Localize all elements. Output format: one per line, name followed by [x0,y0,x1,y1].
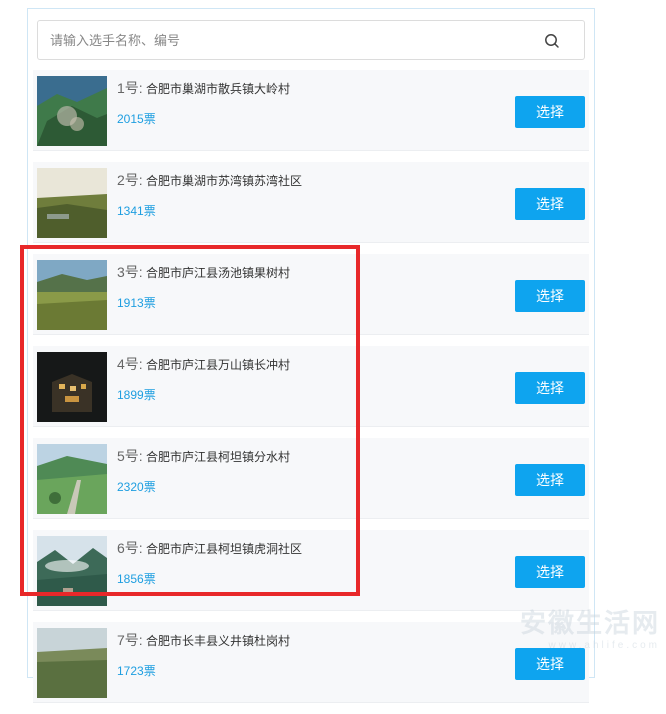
list-item: 6号: 合肥市庐江县柯坦镇虎洞社区 1856票 选择 [33,530,589,611]
candidate-list: 1号: 合肥市巢湖市散兵镇大岭村 2015票 选择 2号: 合肥市巢湖市苏湾镇苏… [33,70,589,714]
list-item: 3号: 合肥市庐江县汤池镇果树村 1913票 选择 [33,254,589,335]
candidate-title: 7号: 合肥市长丰县义井镇杜岗村 [117,630,290,650]
search-bar [37,20,585,60]
candidate-number: 7号: [117,632,143,648]
candidate-number: 6号: [117,540,143,556]
candidate-photo [37,76,107,146]
vote-count: 1341票 [117,202,156,219]
vote-count: 1899票 [117,386,156,403]
candidate-name: 合肥市巢湖市苏湾镇苏湾社区 [146,174,302,188]
select-button[interactable]: 选择 [515,648,585,680]
candidate-photo [37,260,107,330]
list-item: 5号: 合肥市庐江县柯坦镇分水村 2320票 选择 [33,438,589,519]
candidate-name: 合肥市巢湖市散兵镇大岭村 [146,82,290,96]
vote-count: 1723票 [117,662,156,679]
list-item: 2号: 合肥市巢湖市苏湾镇苏湾社区 1341票 选择 [33,162,589,243]
candidate-name: 合肥市庐江县汤池镇果树村 [146,266,290,280]
vote-count: 1856票 [117,570,156,587]
vote-count: 2015票 [117,110,156,127]
candidate-photo [37,168,107,238]
candidate-number: 5号: [117,448,143,464]
candidate-title: 3号: 合肥市庐江县汤池镇果树村 [117,262,290,282]
search-icon[interactable] [544,33,560,49]
list-item: 7号: 合肥市长丰县义井镇杜岗村 1723票 选择 [33,622,589,703]
candidate-photo [37,628,107,698]
candidate-name: 合肥市长丰县义井镇杜岗村 [146,634,290,648]
list-item: 4号: 合肥市庐江县万山镇长冲村 1899票 选择 [33,346,589,427]
candidate-photo [37,352,107,422]
candidate-title: 4号: 合肥市庐江县万山镇长冲村 [117,354,290,374]
candidate-number: 3号: [117,264,143,280]
candidate-number: 1号: [117,80,143,96]
candidate-name: 合肥市庐江县万山镇长冲村 [146,358,290,372]
candidate-title: 2号: 合肥市巢湖市苏湾镇苏湾社区 [117,170,302,190]
select-button[interactable]: 选择 [515,96,585,128]
candidate-title: 5号: 合肥市庐江县柯坦镇分水村 [117,446,290,466]
candidate-name: 合肥市庐江县柯坦镇虎洞社区 [146,542,302,556]
search-input[interactable] [38,21,530,59]
select-button[interactable]: 选择 [515,188,585,220]
vote-count: 1913票 [117,294,156,311]
candidate-number: 4号: [117,356,143,372]
select-button[interactable]: 选择 [515,372,585,404]
select-button[interactable]: 选择 [515,464,585,496]
candidate-photo [37,444,107,514]
candidate-title: 6号: 合肥市庐江县柯坦镇虎洞社区 [117,538,302,558]
select-button[interactable]: 选择 [515,280,585,312]
candidate-number: 2号: [117,172,143,188]
candidate-photo [37,536,107,606]
candidate-title: 1号: 合肥市巢湖市散兵镇大岭村 [117,78,290,98]
candidate-name: 合肥市庐江县柯坦镇分水村 [146,450,290,464]
list-item: 1号: 合肥市巢湖市散兵镇大岭村 2015票 选择 [33,70,589,151]
vote-count: 2320票 [117,478,156,495]
select-button[interactable]: 选择 [515,556,585,588]
